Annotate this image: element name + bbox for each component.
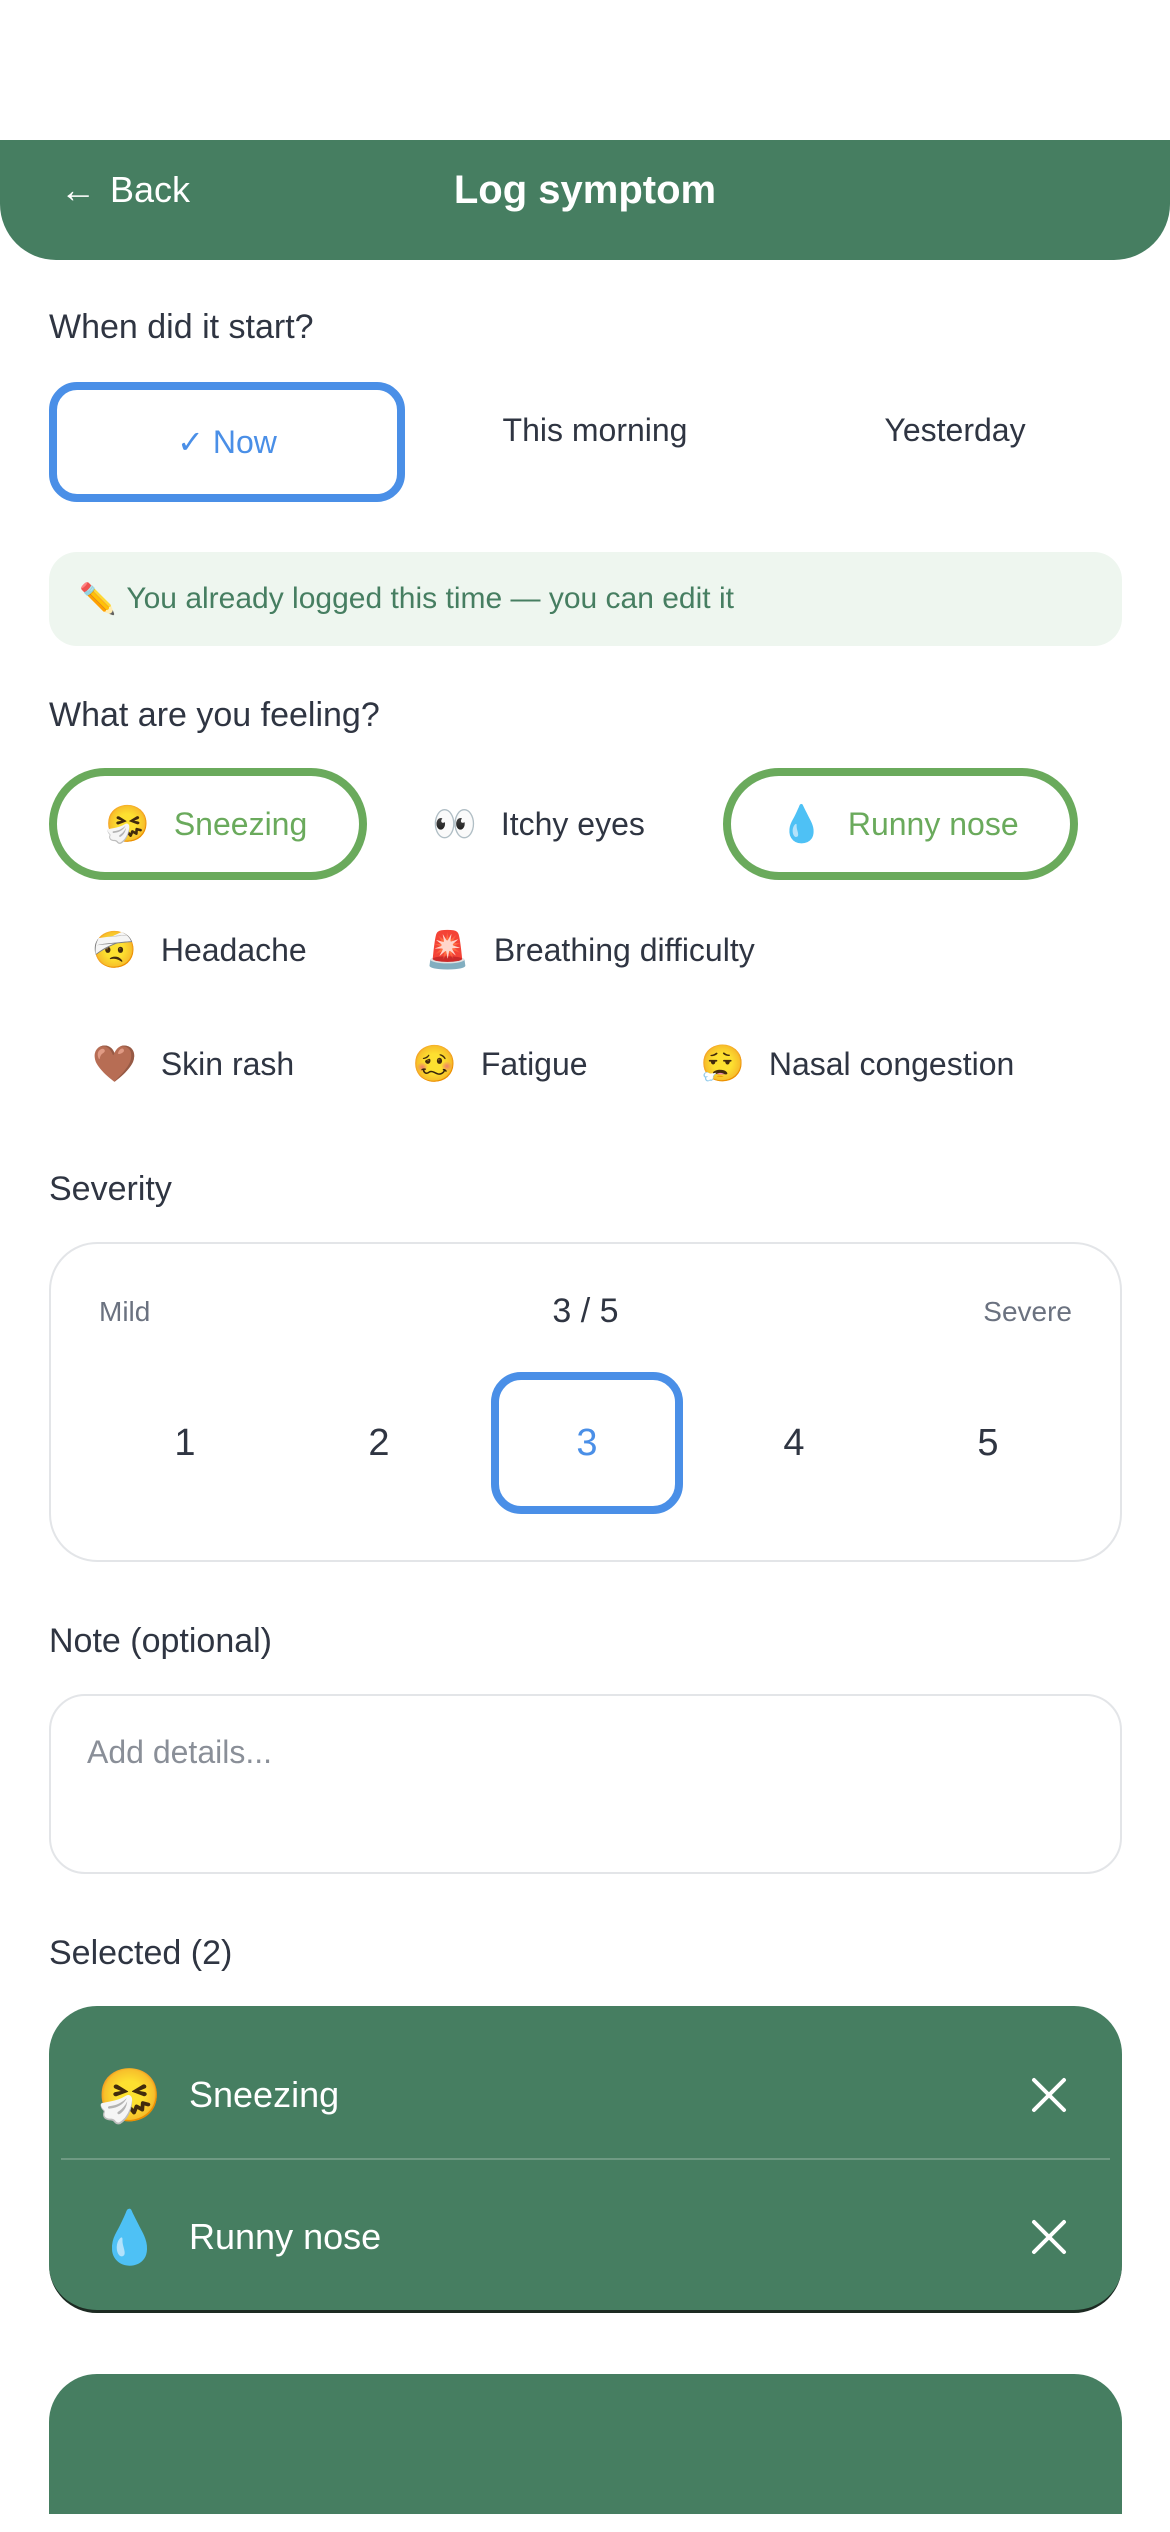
symptom-chip-fatigue[interactable]: 🥴 Fatigue [412, 1008, 588, 1120]
severity-level-1[interactable]: 1 [89, 1372, 281, 1514]
pencil-icon: ✏️ [79, 582, 117, 616]
symptom-label: Skin rash [160, 1045, 295, 1082]
time-option-now[interactable]: ✓ Now [49, 382, 405, 502]
severity-level-5[interactable]: 5 [892, 1372, 1084, 1514]
woozy-face-icon: 🥴 [412, 1043, 457, 1084]
divider [61, 2158, 1110, 2160]
symptom-label: Runny nose [847, 805, 1019, 842]
bandaged-head-icon: 🤕 [92, 929, 137, 970]
droplet-icon: 💧 [97, 2208, 162, 2267]
severity-level-2[interactable]: 2 [283, 1372, 475, 1514]
note-input[interactable] [49, 1694, 1122, 1874]
severity-level-3[interactable]: 3 [491, 1372, 683, 1514]
selected-label: Selected (2) [49, 1934, 233, 1972]
brown-heart-icon: 🤎 [92, 1043, 137, 1084]
symptom-chip-skin-rash[interactable]: 🤎 Skin rash [92, 1008, 294, 1120]
severity-card: Mild 3 / 5 Severe 1 2 3 4 5 [49, 1242, 1122, 1562]
close-icon[interactable] [1024, 2070, 1074, 2120]
symptom-chip-sneezing[interactable]: 🤧 Sneezing [49, 768, 367, 880]
severity-max-label: Severe [983, 1296, 1072, 1327]
symptom-label: Fatigue [480, 1045, 588, 1082]
sneezing-face-icon: 🤧 [97, 2066, 162, 2125]
sneezing-face-icon: 🤧 [105, 803, 150, 844]
page-title: Log symptom [453, 167, 717, 212]
severity-label: Severity [49, 1170, 172, 1208]
time-option-this-morning[interactable]: This morning [420, 370, 770, 490]
when-label: When did it start? [49, 308, 314, 346]
symptom-chip-nasal-congestion[interactable]: 😮‍💨 Nasal congestion [700, 1008, 1014, 1120]
droplet-icon: 💧 [779, 803, 824, 844]
note-label: Note (optional) [49, 1622, 273, 1660]
save-button[interactable] [49, 2374, 1122, 2514]
exhaling-face-icon: 😮‍💨 [700, 1043, 745, 1084]
close-icon[interactable] [1024, 2212, 1074, 2262]
symptom-chip-itchy-eyes[interactable]: 👀 Itchy eyes [432, 768, 645, 880]
selected-symptoms-list: 🤧 Sneezing 💧 Runny nose [49, 2006, 1122, 2313]
already-logged-notice: ✏️ You already logged this time — you ca… [49, 552, 1122, 646]
symptom-label: Nasal congestion [768, 1045, 1015, 1082]
notice-text: You already logged this time — you can e… [126, 582, 734, 615]
siren-icon: 🚨 [425, 929, 470, 970]
selected-item-runny-nose: 💧 Runny nose [49, 2166, 1122, 2308]
selected-item-label: Runny nose [189, 2216, 382, 2257]
severity-level-4[interactable]: 4 [698, 1372, 890, 1514]
feeling-label: What are you feeling? [49, 696, 380, 734]
symptom-label: Breathing difficulty [493, 931, 755, 968]
selected-item-label: Sneezing [189, 2074, 340, 2115]
symptom-chip-runny-nose[interactable]: 💧 Runny nose [723, 768, 1078, 880]
severity-value: 3 / 5 [552, 1292, 619, 1330]
selected-item-sneezing: 🤧 Sneezing [49, 2024, 1122, 2166]
symptom-label: Headache [160, 931, 307, 968]
symptom-chip-headache[interactable]: 🤕 Headache [92, 894, 307, 1006]
symptom-label: Sneezing [173, 805, 308, 842]
header-bar: ← Back Log symptom [0, 140, 1170, 260]
symptom-chip-breathing-difficulty[interactable]: 🚨 Breathing difficulty [425, 894, 755, 1006]
symptom-label: Itchy eyes [500, 805, 645, 842]
time-option-yesterday[interactable]: Yesterday [790, 370, 1120, 490]
eyes-icon: 👀 [432, 803, 477, 844]
